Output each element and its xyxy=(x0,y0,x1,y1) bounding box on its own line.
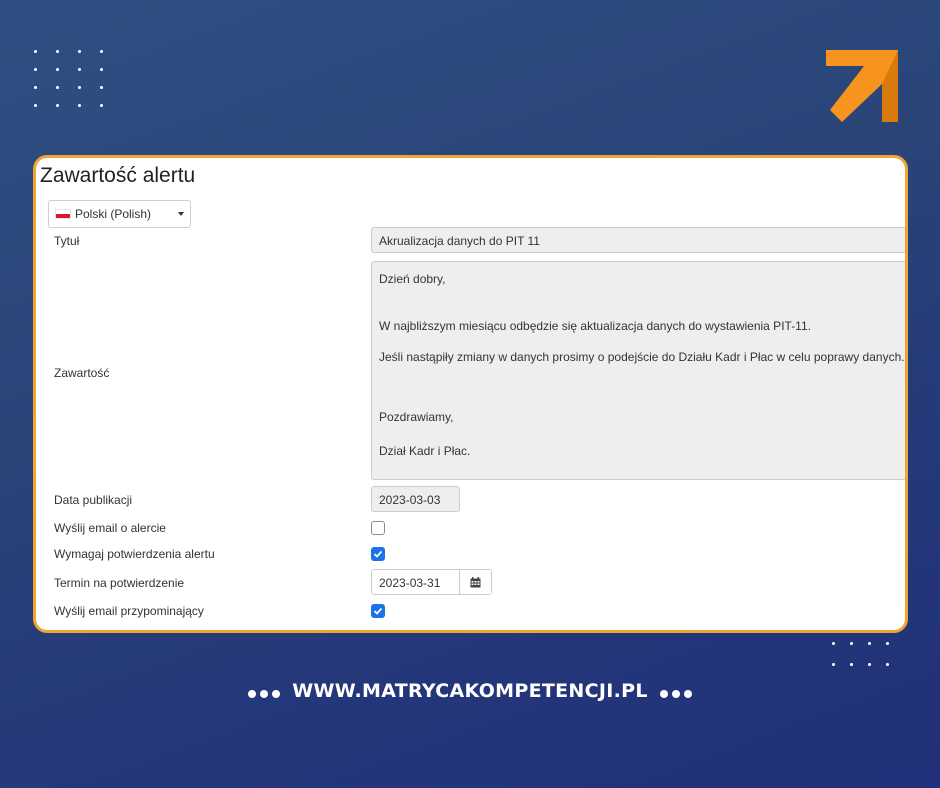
title-input[interactable]: Akrualizacja danych do PIT 11 xyxy=(371,227,905,253)
send-email-checkbox[interactable] xyxy=(371,521,385,535)
poland-flag-icon xyxy=(55,209,71,219)
calendar-icon xyxy=(470,576,481,587)
chevron-down-icon xyxy=(178,212,184,216)
arrow-logo-icon xyxy=(826,50,898,122)
content-line: Jeśli nastąpiły zmiany w danych prosimy … xyxy=(379,350,905,364)
reminder-checkbox[interactable] xyxy=(371,604,385,618)
content-line: Dział Kadr i Płac. xyxy=(379,444,471,458)
reminder-label: Wyślij email przypominający xyxy=(54,604,204,618)
check-icon xyxy=(373,607,383,615)
publish-date-label: Data publikacji xyxy=(54,493,133,507)
title-label: Tytuł xyxy=(54,234,80,248)
content-label: Zawartość xyxy=(54,366,110,380)
footer-url: WWW.MATRYCAKOMPETENCJI.PL xyxy=(292,680,648,702)
calendar-button[interactable] xyxy=(460,570,491,594)
decorative-dots-bottom-right xyxy=(832,642,889,666)
dots-icon xyxy=(658,681,694,703)
footer-banner: WWW.MATRYCAKOMPETENCJI.PL xyxy=(0,680,940,703)
deadline-label: Termin na potwierdzenie xyxy=(54,576,185,590)
deadline-datepicker: 2023-03-31 xyxy=(371,569,492,595)
require-confirm-label: Wymagaj potwierdzenia alertu xyxy=(54,547,215,561)
publish-date-input[interactable]: 2023-03-03 xyxy=(371,486,460,512)
card-title: Zawartość alertu xyxy=(40,164,196,187)
content-textarea[interactable]: Dzień dobry, W najbliższym miesiącu odbę… xyxy=(371,261,905,480)
language-select-value: Polski (Polish) xyxy=(75,207,152,221)
check-icon xyxy=(373,550,383,558)
alert-content-card: Zawartość alertu Polski (Polish) Tytuł A… xyxy=(33,155,908,633)
language-select[interactable]: Polski (Polish) xyxy=(48,200,191,228)
deadline-input[interactable]: 2023-03-31 xyxy=(372,570,460,594)
content-line: W najbliższym miesiącu odbędzie się aktu… xyxy=(379,319,811,333)
decorative-dots-top-left xyxy=(34,50,103,107)
send-email-label: Wyślij email o alercie xyxy=(54,521,166,535)
dots-icon xyxy=(246,681,282,703)
content-line: Dzień dobry, xyxy=(379,272,446,286)
content-line: Pozdrawiamy, xyxy=(379,410,454,424)
require-confirm-checkbox[interactable] xyxy=(371,547,385,561)
